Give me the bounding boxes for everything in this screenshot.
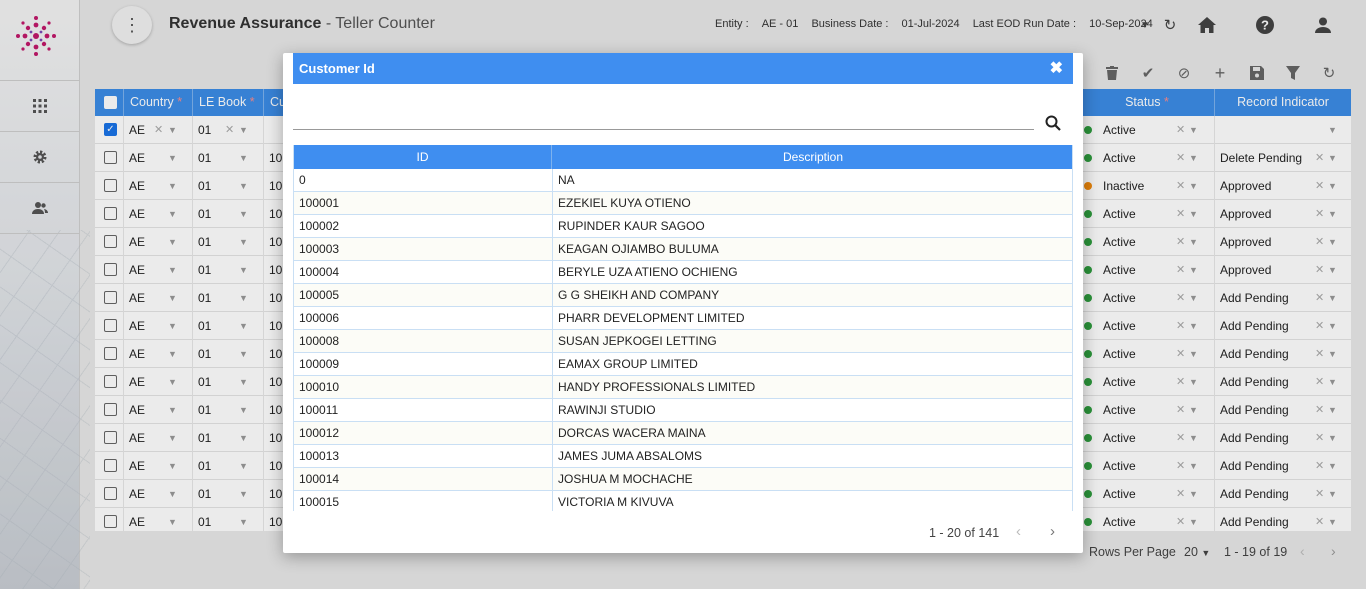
customer-description: DORCAS WACERA MAINA — [552, 422, 706, 445]
customer-id: 100004 — [299, 265, 340, 279]
customer-description: JAMES JUMA ABSALOMS — [552, 445, 702, 468]
list-item[interactable]: 100002 RUPINDER KAUR SAGOO — [294, 215, 1072, 238]
list-item[interactable]: 100012 DORCAS WACERA MAINA — [294, 422, 1072, 445]
list-item[interactable]: 100009 EAMAX GROUP LIMITED — [294, 353, 1072, 376]
customer-description: RUPINDER KAUR SAGOO — [552, 215, 705, 238]
customer-description: VICTORIA M KIVUVA — [552, 491, 674, 511]
list-item[interactable]: 0 NA — [294, 169, 1072, 192]
dialog-page-range: 1 - 20 of 141 — [929, 526, 1000, 540]
close-icon: ✖ — [1049, 60, 1063, 77]
customer-description: KEAGAN OJIAMBO BULUMA — [552, 238, 719, 261]
dialog-header: Customer Id ✖ — [293, 53, 1073, 84]
customer-id: 100010 — [299, 380, 340, 394]
customer-id: 100003 — [299, 242, 340, 256]
search-icon[interactable] — [1045, 115, 1061, 131]
customer-description: EAMAX GROUP LIMITED — [552, 353, 698, 376]
dialog-next-page-button[interactable]: › — [1050, 523, 1055, 540]
customer-id: 100008 — [299, 334, 340, 348]
list-item[interactable]: 100008 SUSAN JEPKOGEI LETTING — [294, 330, 1072, 353]
customer-id: 100006 — [299, 311, 340, 325]
customer-id: 100005 — [299, 288, 340, 302]
customer-description: HANDY PROFESSIONALS LIMITED — [552, 376, 755, 399]
col-description[interactable]: Description — [552, 145, 1072, 169]
customer-description: RAWINJI STUDIO — [552, 399, 656, 422]
dialog-search-input[interactable] — [293, 114, 1034, 130]
close-button[interactable]: ✖ — [1050, 53, 1063, 84]
customer-id: 100002 — [299, 219, 340, 233]
list-item[interactable]: 100011 RAWINJI STUDIO — [294, 399, 1072, 422]
chevron-left-icon: ‹ — [1016, 523, 1021, 540]
list-item[interactable]: 100014 JOSHUA M MOCHACHE — [294, 468, 1072, 491]
customer-description: BERYLE UZA ATIENO OCHIENG — [552, 261, 738, 284]
list-item[interactable]: 100003 KEAGAN OJIAMBO BULUMA — [294, 238, 1072, 261]
list-item[interactable]: 100005 G G SHEIKH AND COMPANY — [294, 284, 1072, 307]
customer-id: 100009 — [299, 357, 340, 371]
customer-id: 100015 — [299, 495, 340, 509]
customer-description: EZEKIEL KUYA OTIENO — [552, 192, 691, 215]
customer-table: ID Description 0 NA 100001 EZEKIEL KUYA OTI… — [293, 145, 1073, 511]
dialog-prev-page-button[interactable]: ‹ — [1016, 523, 1021, 540]
customer-description: NA — [552, 169, 575, 192]
customer-description: PHARR DEVELOPMENT LIMITED — [552, 307, 744, 330]
customer-id: 100011 — [299, 403, 339, 417]
list-item[interactable]: 100006 PHARR DEVELOPMENT LIMITED — [294, 307, 1072, 330]
chevron-right-icon: › — [1050, 523, 1055, 540]
customer-id: 100001 — [299, 196, 340, 210]
list-item[interactable]: 100001 EZEKIEL KUYA OTIENO — [294, 192, 1072, 215]
customer-id-dialog: Customer Id ✖ ID Description 0 NA 100001 EZ… — [283, 53, 1083, 553]
customer-description: JOSHUA M MOCHACHE — [552, 468, 693, 491]
customer-id: 100013 — [299, 449, 340, 463]
list-item[interactable]: 100013 JAMES JUMA ABSALOMS — [294, 445, 1072, 468]
list-item[interactable]: 100015 VICTORIA M KIVUVA — [294, 491, 1072, 511]
list-item[interactable]: 100010 HANDY PROFESSIONALS LIMITED — [294, 376, 1072, 399]
col-id[interactable]: ID — [294, 145, 552, 169]
customer-description: G G SHEIKH AND COMPANY — [552, 284, 719, 307]
customer-description: SUSAN JEPKOGEI LETTING — [552, 330, 717, 353]
customer-id: 0 — [299, 173, 306, 187]
customer-id: 100014 — [299, 472, 340, 486]
list-item[interactable]: 100004 BERYLE UZA ATIENO OCHIENG — [294, 261, 1072, 284]
dialog-title: Customer Id — [299, 61, 375, 76]
customer-id: 100012 — [299, 426, 340, 440]
